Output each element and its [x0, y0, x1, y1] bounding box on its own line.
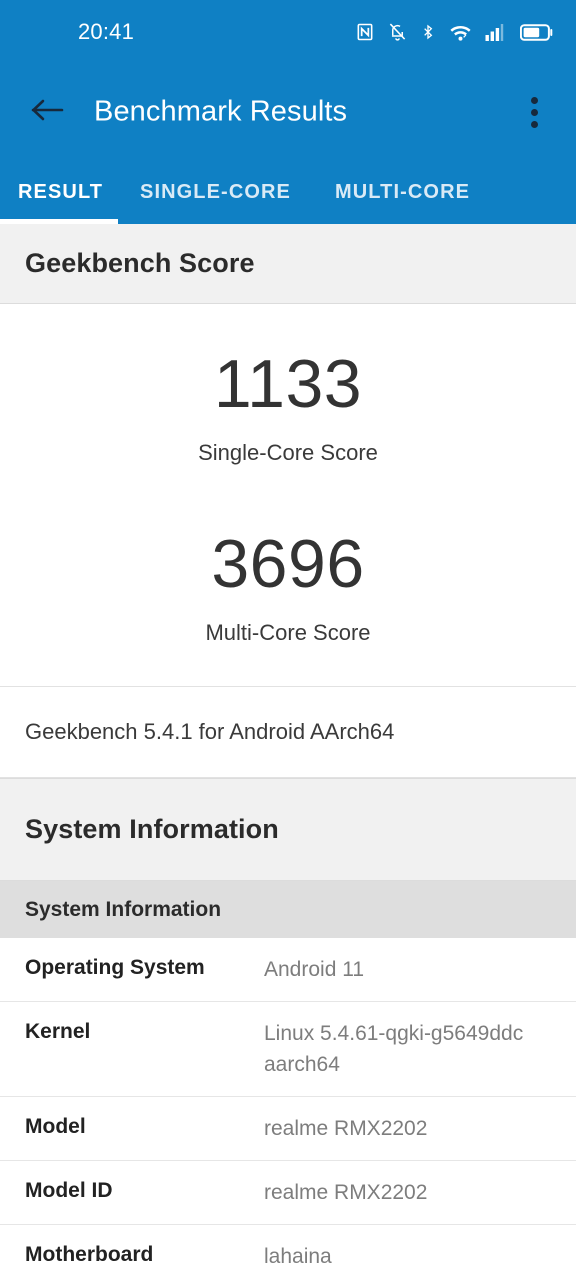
- table-row: Kernel Linux 5.4.61-qgki-g5649ddc aarch6…: [0, 1002, 576, 1097]
- multi-core-score-label: Multi-Core Score: [205, 620, 371, 645]
- battery-icon: [520, 23, 554, 42]
- info-label: Model ID: [25, 1179, 113, 1202]
- info-value: realme RMX2202: [264, 1181, 428, 1204]
- overflow-menu-button[interactable]: [516, 90, 552, 134]
- phone-screen: 20:41 Benchmark Results RESULT SINGLE-CO…: [0, 0, 576, 1280]
- overflow-menu-icon: [530, 108, 538, 116]
- info-label: Motherboard: [25, 1243, 154, 1266]
- wifi-icon: [449, 23, 472, 42]
- info-label: Kernel: [25, 1020, 91, 1043]
- info-label: Model: [25, 1115, 86, 1138]
- status-bar-clock: 20:41: [78, 19, 135, 44]
- geekbench-version-row: Geekbench 5.4.1 for Android AArch64: [0, 686, 576, 778]
- back-button[interactable]: [27, 92, 67, 132]
- multi-core-score-value: 3696: [211, 526, 365, 602]
- cellular-signal-icon: [485, 23, 507, 42]
- back-arrow-icon: [30, 96, 64, 129]
- table-row: Operating System Android 11: [0, 938, 576, 1002]
- geekbench-score-header: Geekbench Score: [0, 224, 576, 304]
- system-information-header: System Information: [0, 778, 576, 881]
- notifications-muted-icon: [388, 22, 407, 42]
- single-core-score-block: 1133 Single-Core Score: [0, 350, 576, 466]
- content-scroll-area[interactable]: Geekbench Score 1133 Single-Core Score 3…: [0, 224, 576, 1280]
- status-bar: 20:41: [0, 0, 576, 64]
- table-row: Model realme RMX2202: [0, 1097, 576, 1161]
- tab-bar: RESULT SINGLE-CORE MULTI-CORE: [0, 160, 576, 224]
- single-core-score-label: Single-Core Score: [198, 440, 378, 465]
- info-value: Linux 5.4.61-qgki-g5649ddc aarch64: [264, 1022, 524, 1076]
- info-value: lahaina: [264, 1245, 332, 1268]
- score-panel: 1133 Single-Core Score 3696 Multi-Core S…: [0, 304, 576, 686]
- table-row: Model ID realme RMX2202: [0, 1161, 576, 1225]
- overflow-menu-icon: [530, 120, 538, 128]
- single-core-score-value: 1133: [213, 346, 363, 422]
- tab-multi-core[interactable]: MULTI-CORE: [313, 160, 492, 224]
- nfc-icon: [355, 22, 375, 42]
- info-value: Android 11: [264, 958, 365, 981]
- system-information-subheader: System Information: [0, 881, 576, 938]
- app-bar: Benchmark Results: [0, 64, 576, 160]
- multi-core-score-block: 3696 Multi-Core Score: [0, 530, 576, 646]
- status-bar-icons: [355, 22, 554, 42]
- page-title: Benchmark Results: [94, 95, 348, 128]
- tab-result[interactable]: RESULT: [0, 160, 118, 224]
- overflow-menu-icon: [530, 96, 538, 104]
- table-row: Motherboard lahaina: [0, 1225, 576, 1280]
- bluetooth-icon: [420, 22, 436, 42]
- tab-single-core[interactable]: SINGLE-CORE: [118, 160, 313, 224]
- info-label: Operating System: [25, 956, 205, 979]
- info-value: realme RMX2202: [264, 1117, 428, 1140]
